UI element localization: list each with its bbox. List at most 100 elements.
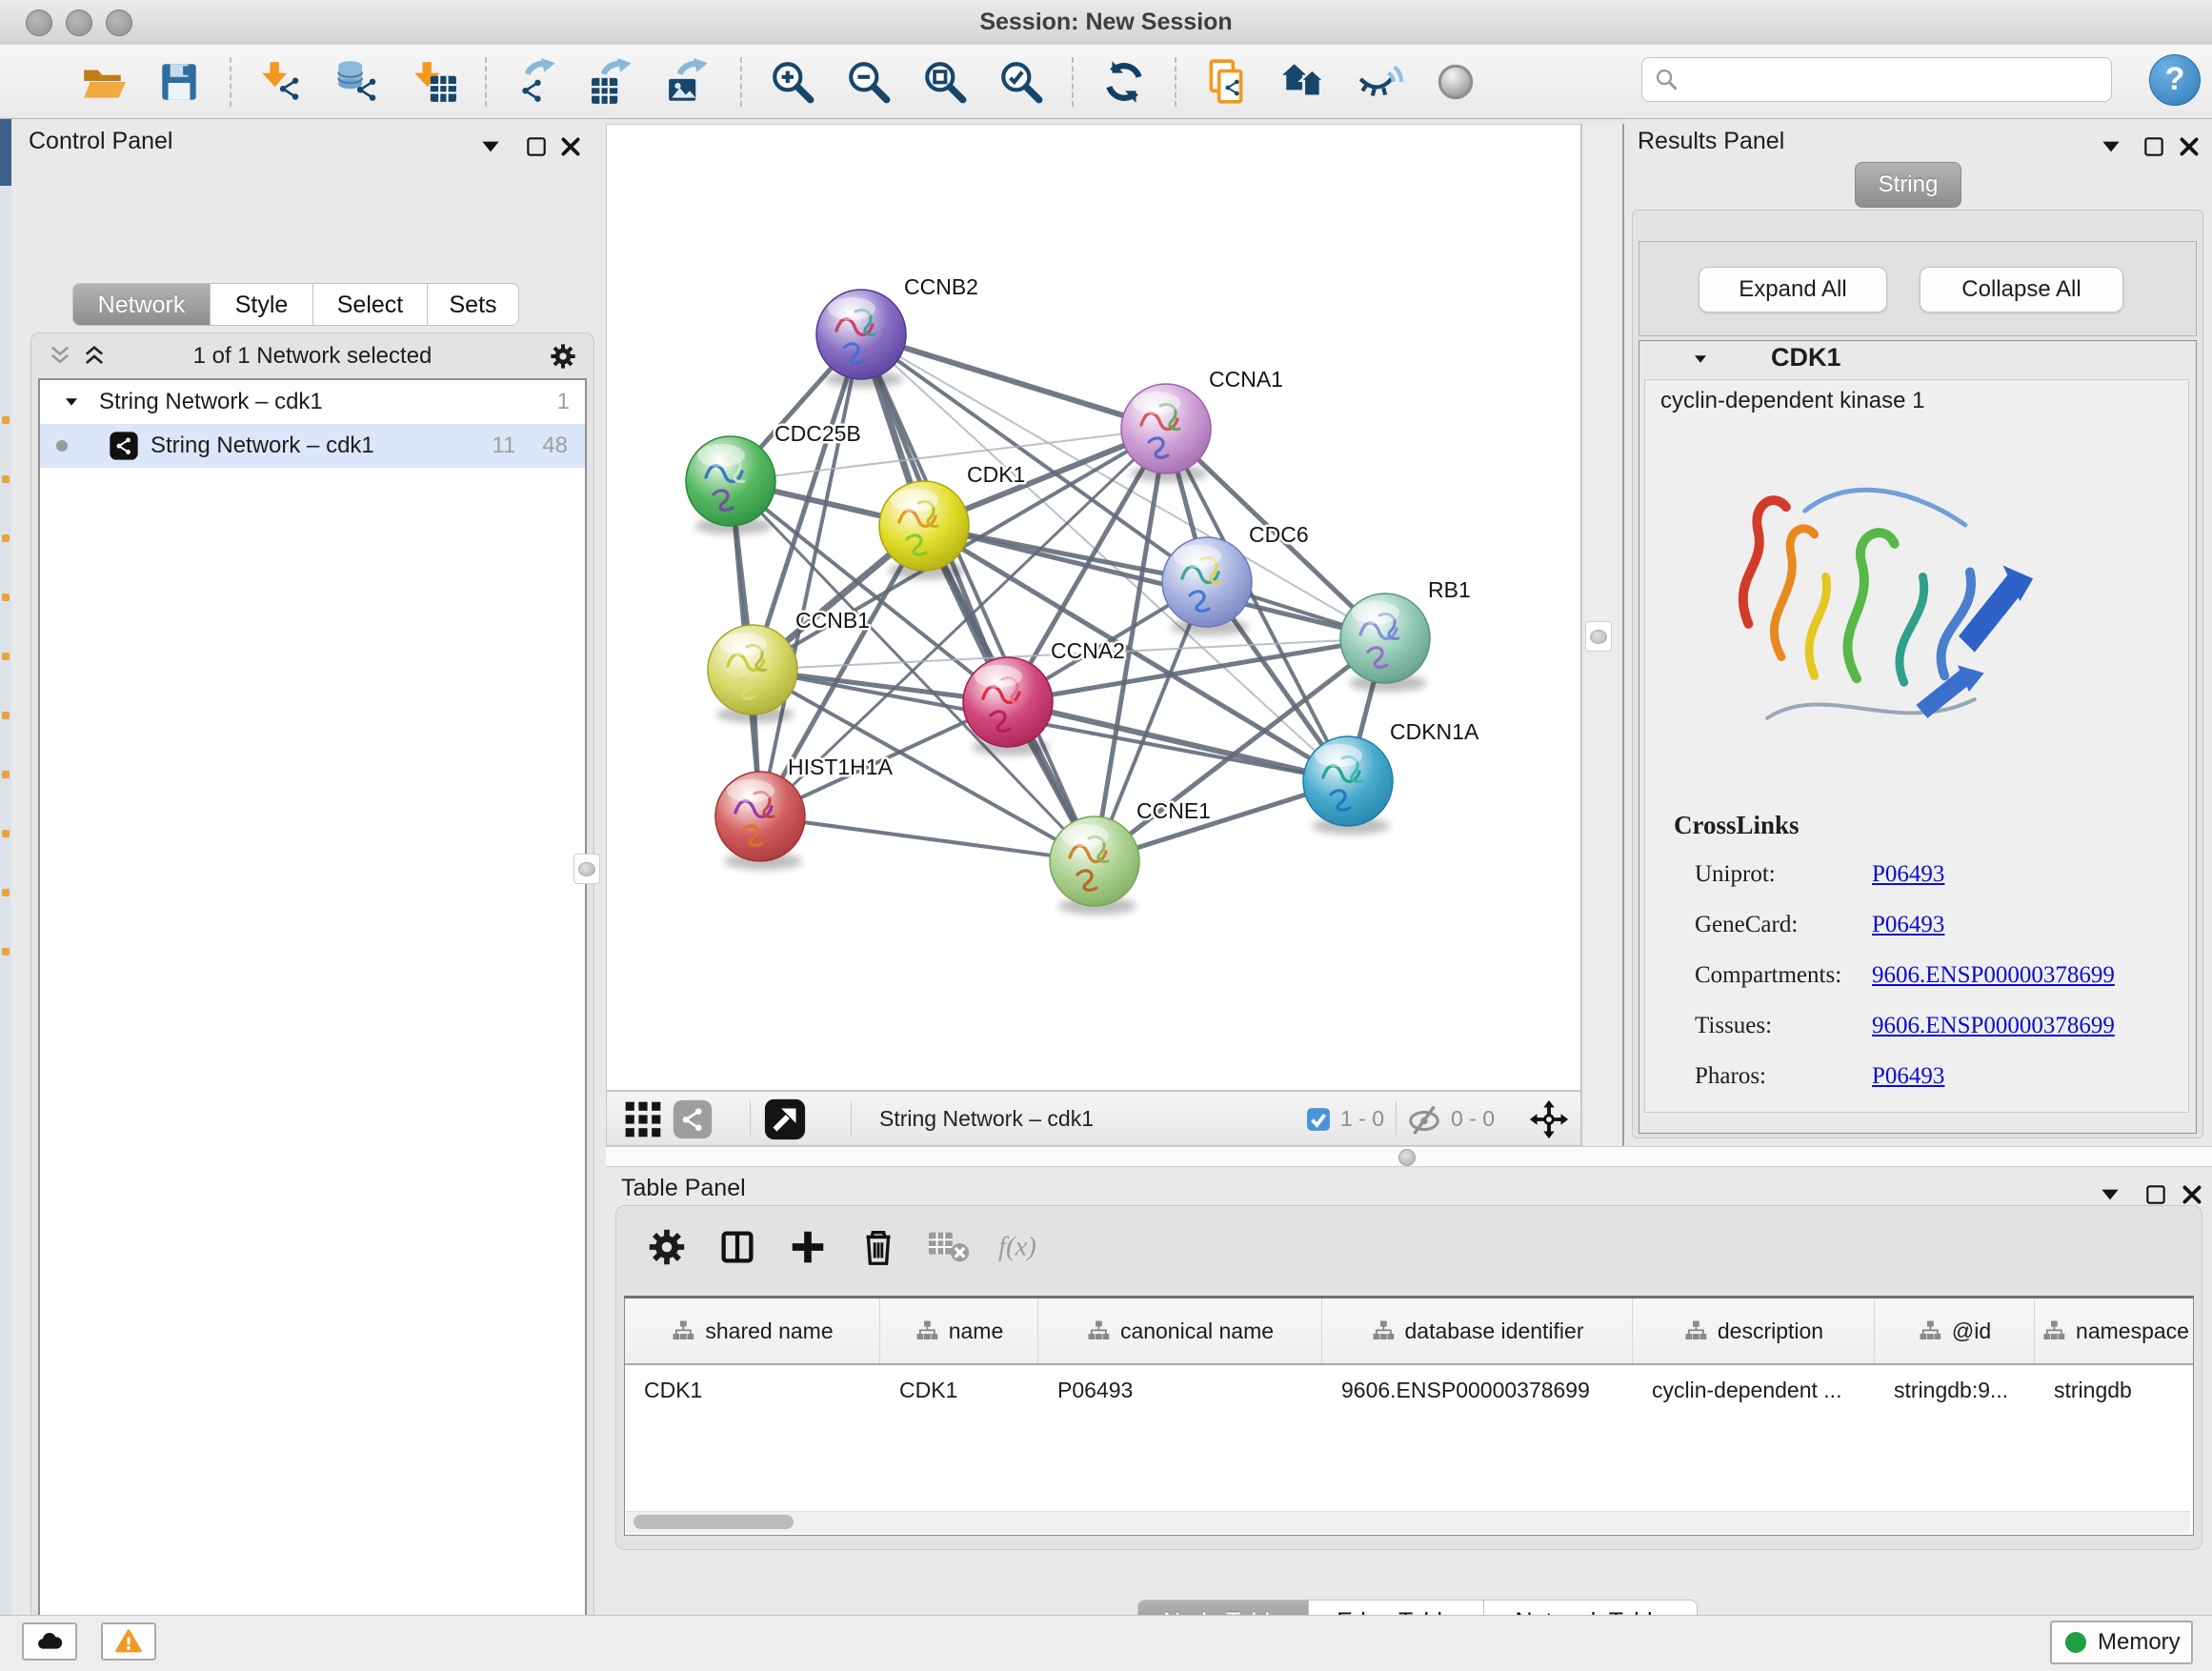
- gear-icon[interactable]: [548, 341, 578, 372]
- table-horizontal-scrollbar[interactable]: [626, 1511, 2190, 1533]
- zoom-selected-icon[interactable]: [997, 58, 1045, 106]
- table-cell[interactable]: 9606.ENSP00000378699: [1322, 1378, 1633, 1403]
- table-settings-icon[interactable]: [645, 1225, 689, 1269]
- panel-float-icon[interactable]: [2143, 1182, 2168, 1207]
- network-label: String Network – cdk1: [151, 433, 374, 459]
- tab-sets[interactable]: Sets: [428, 283, 519, 326]
- panel-close-icon[interactable]: [558, 134, 583, 159]
- network-node-CCNE1[interactable]: [1050, 816, 1139, 915]
- network-node-CDC6[interactable]: [1162, 537, 1252, 635]
- column-header-namespace[interactable]: namespace: [2035, 1299, 2194, 1363]
- network-view-icon[interactable]: [672, 1098, 714, 1140]
- network-node-CDC25B[interactable]: [686, 436, 775, 534]
- panel-close-icon[interactable]: [2180, 1182, 2204, 1207]
- open-file-icon[interactable]: [79, 58, 127, 106]
- crosslink-link[interactable]: P06493: [1872, 861, 1944, 888]
- delete-columns-icon[interactable]: [856, 1225, 900, 1269]
- table-row[interactable]: CDK1CDK1P064939606.ENSP00000378699cyclin…: [625, 1365, 2193, 1415]
- table-cell[interactable]: stringdb:9...: [1875, 1378, 2035, 1403]
- node-table[interactable]: shared namenamecanonical namedatabase id…: [624, 1296, 2194, 1536]
- network-node-CDKN1A[interactable]: [1303, 736, 1393, 835]
- show-network-overview-icon[interactable]: [1279, 58, 1327, 106]
- column-header-@id[interactable]: @id: [1875, 1299, 2035, 1363]
- zoom-fit-icon[interactable]: [921, 58, 969, 106]
- network-collection-row[interactable]: String Network – cdk1 1: [40, 380, 585, 424]
- crosslink-link[interactable]: P06493: [1872, 912, 1944, 938]
- crosslink-link[interactable]: P06493: [1872, 1063, 1944, 1090]
- panel-float-icon[interactable]: [524, 134, 549, 159]
- add-column-icon[interactable]: [786, 1225, 830, 1269]
- level-of-detail-icon[interactable]: [1432, 58, 1479, 106]
- network-view-canvas[interactable]: CCNB2CCNA1CDC25BCDK1CDC6RB1CCNB1CCNA2CDK…: [606, 124, 1581, 1091]
- panel-float-icon[interactable]: [2142, 134, 2166, 159]
- network-node-HIST1H1A[interactable]: [715, 772, 805, 870]
- memory-button[interactable]: Memory: [2050, 1621, 2193, 1664]
- table-cell[interactable]: CDK1: [880, 1378, 1038, 1403]
- gene-name: CDK1: [1771, 343, 1841, 372]
- expand-all-button[interactable]: Expand All: [1699, 267, 1887, 312]
- column-header-shared-name[interactable]: shared name: [625, 1299, 880, 1363]
- titlebar[interactable]: Session: New Session: [0, 0, 2212, 46]
- column-header-description[interactable]: description: [1633, 1299, 1875, 1363]
- panel-close-icon[interactable]: [2177, 134, 2202, 159]
- import-network-file-icon[interactable]: [258, 58, 306, 106]
- table-cell[interactable]: stringdb: [2035, 1378, 2194, 1403]
- crosslink-link[interactable]: 9606.ENSP00000378699: [1872, 962, 2115, 989]
- collapse-all-button[interactable]: Collapse All: [1920, 267, 2123, 312]
- current-network-dot-icon: [53, 437, 70, 454]
- tab-select[interactable]: Select: [313, 283, 428, 326]
- panel-splitter-handle[interactable]: [573, 854, 600, 884]
- network-row-selected[interactable]: String Network – cdk1 11 48: [40, 424, 585, 468]
- tab-network[interactable]: Network: [72, 283, 211, 326]
- selected-checkbox-icon[interactable]: [1306, 1107, 1331, 1132]
- hide-graphics-details-icon[interactable]: [1356, 58, 1403, 106]
- apply-preferred-layout-icon[interactable]: [1100, 58, 1148, 106]
- column-header-canonical-name[interactable]: canonical name: [1038, 1299, 1322, 1363]
- cloud-button[interactable]: [22, 1622, 77, 1661]
- network-node-RB1[interactable]: [1340, 594, 1430, 692]
- panel-menu-icon[interactable]: [2098, 1182, 2122, 1207]
- column-header-database-identifier[interactable]: database identifier: [1322, 1299, 1633, 1363]
- tab-string[interactable]: String: [1855, 162, 1961, 208]
- grid-view-icon[interactable]: [622, 1098, 664, 1140]
- desktop-edge: [0, 119, 11, 1615]
- column-header-name[interactable]: name: [880, 1299, 1038, 1363]
- move-icon[interactable]: [1527, 1097, 1571, 1141]
- status-bar: Memory: [0, 1615, 2212, 1671]
- split-columns-icon[interactable]: [715, 1225, 759, 1269]
- warning-button[interactable]: [101, 1622, 156, 1661]
- gene-section-header[interactable]: CDK1: [1639, 341, 2196, 378]
- hidden-eye-slash-icon[interactable]: [1407, 1102, 1441, 1137]
- section-expander-icon[interactable]: [1689, 351, 1712, 368]
- search-input[interactable]: [1690, 60, 2103, 100]
- panel-menu-icon[interactable]: [478, 134, 503, 159]
- new-network-from-selection-icon[interactable]: [1203, 58, 1251, 106]
- export-table-icon[interactable]: [590, 58, 637, 106]
- node-label-CDC25B: CDC25B: [774, 421, 861, 446]
- search-box[interactable]: [1641, 57, 2112, 102]
- tab-style[interactable]: Style: [211, 283, 313, 326]
- table-cell[interactable]: P06493: [1038, 1378, 1322, 1403]
- crosslink-link[interactable]: 9606.ENSP00000378699: [1872, 1013, 2115, 1039]
- zoom-in-icon[interactable]: [769, 58, 816, 106]
- export-image-icon[interactable]: [666, 58, 714, 106]
- import-table-file-icon[interactable]: [411, 58, 458, 106]
- toolbar-separator: [740, 57, 742, 107]
- save-session-icon[interactable]: [155, 58, 203, 106]
- scrollbar-thumb[interactable]: [633, 1515, 794, 1529]
- horizontal-splitter[interactable]: [606, 1146, 2212, 1167]
- vertical-splitter[interactable]: [1581, 124, 1624, 1146]
- horizontal-splitter-handle[interactable]: [1398, 1149, 1416, 1166]
- export-network-icon[interactable]: [513, 58, 561, 106]
- table-cell[interactable]: cyclin-dependent ...: [1633, 1378, 1875, 1403]
- vertical-splitter-handle[interactable]: [1585, 621, 1612, 652]
- import-network-database-icon[interactable]: [334, 58, 382, 106]
- zoom-out-icon[interactable]: [845, 58, 893, 106]
- network-graph[interactable]: CCNB2CCNA1CDC25BCDK1CDC6RB1CCNB1CCNA2CDK…: [607, 125, 1580, 1090]
- panel-menu-icon[interactable]: [2099, 134, 2123, 159]
- table-cell[interactable]: CDK1: [625, 1378, 880, 1403]
- help-button[interactable]: ?: [2149, 54, 2201, 106]
- network-node-CCNA1[interactable]: [1121, 384, 1211, 482]
- birds-eye-view-icon[interactable]: [763, 1097, 807, 1141]
- expander-icon[interactable]: [61, 393, 82, 411]
